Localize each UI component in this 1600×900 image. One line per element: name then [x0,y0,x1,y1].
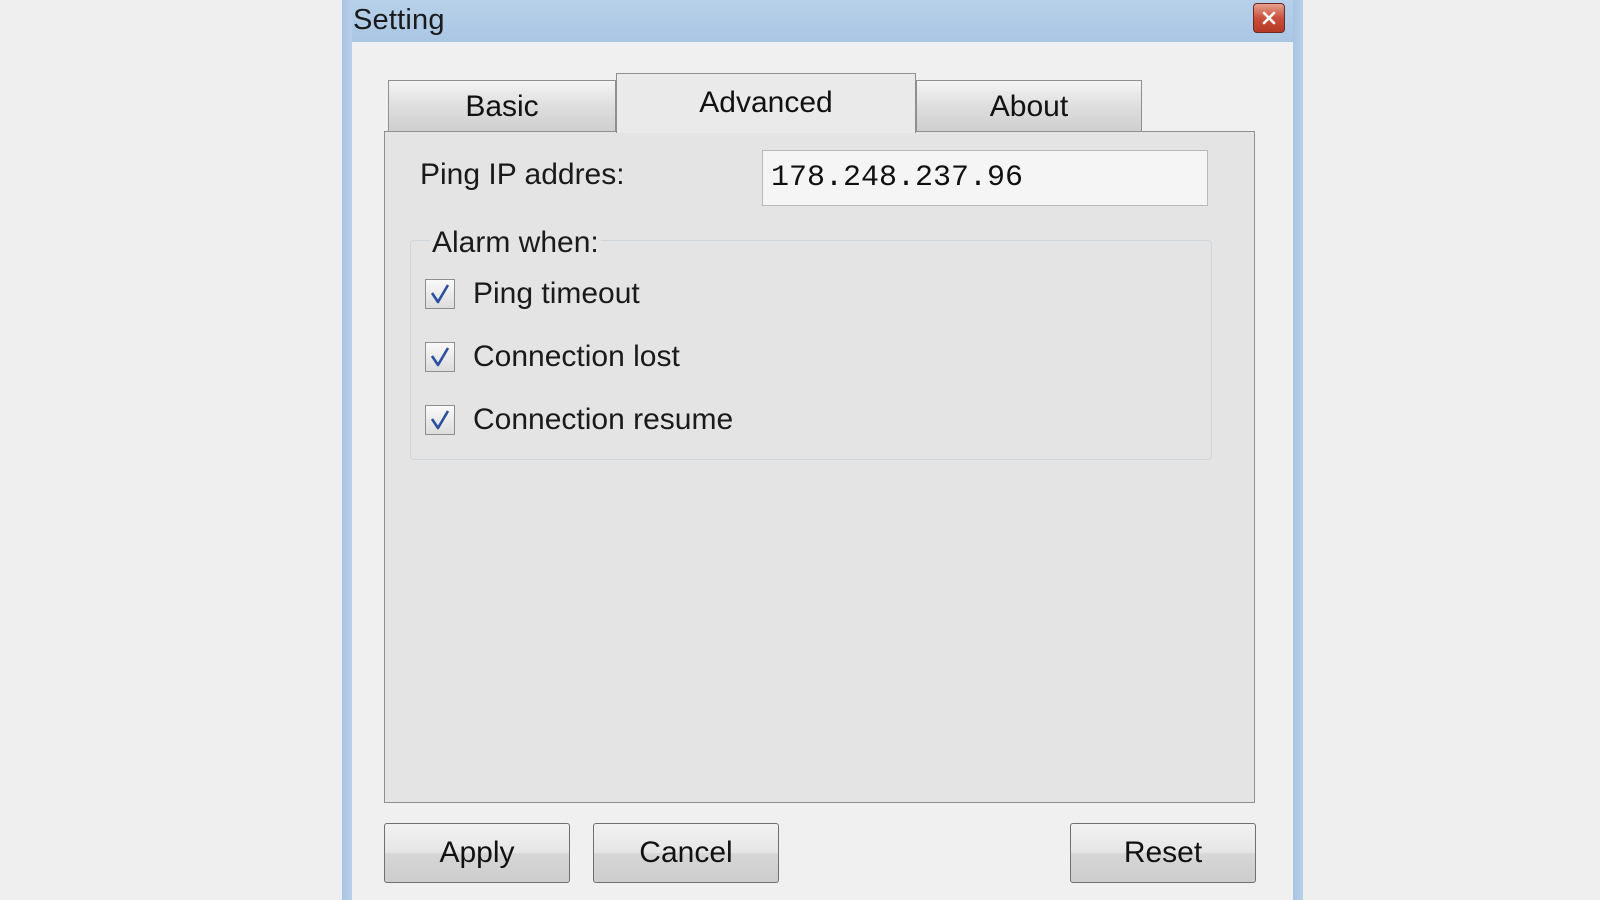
settings-window: Setting Basic Advanced About Ping IP add… [342,0,1303,900]
checkmark-icon [430,347,450,367]
reset-button[interactable]: Reset [1070,823,1256,883]
tab-advanced-label: Advanced [699,86,833,119]
window-frame-left [342,0,352,900]
checkbox-label: Connection resume [473,403,734,436]
close-button[interactable] [1253,3,1285,33]
close-icon [1262,11,1276,25]
title-bar[interactable]: Setting [342,0,1303,42]
dialog-client-area: Basic Advanced About Ping IP addres: Ala… [352,42,1293,900]
checkbox-connection-resume[interactable]: Connection resume [425,400,733,440]
checkbox-label: Connection lost [473,340,680,373]
checkmark-icon [430,284,450,304]
reset-button-label: Reset [1123,836,1203,869]
window-frame-right [1293,0,1303,900]
cancel-button[interactable]: Cancel [593,823,779,883]
ping-ip-input[interactable] [762,150,1208,206]
ping-ip-label: Ping IP addres: [420,158,625,191]
tab-basic-label: Basic [465,89,539,123]
checkbox-box[interactable] [425,279,455,309]
checkbox-label: Ping timeout [473,277,640,310]
tab-advanced[interactable]: Advanced [616,73,916,133]
advanced-tab-panel: Ping IP addres: Alarm when: Ping timeout [384,131,1255,803]
window-title: Setting [353,4,445,36]
tab-basic[interactable]: Basic [388,80,616,132]
apply-button-label: Apply [439,836,515,869]
alarm-group-label: Alarm when: [430,226,601,260]
cancel-button-label: Cancel [639,836,733,869]
apply-button[interactable]: Apply [384,823,570,883]
checkbox-box[interactable] [425,342,455,372]
checkbox-ping-timeout[interactable]: Ping timeout [425,274,640,314]
tab-about-label: About [989,89,1069,123]
checkbox-connection-lost[interactable]: Connection lost [425,337,680,377]
tab-about[interactable]: About [916,80,1142,132]
checkmark-icon [430,410,450,430]
checkbox-box[interactable] [425,405,455,435]
